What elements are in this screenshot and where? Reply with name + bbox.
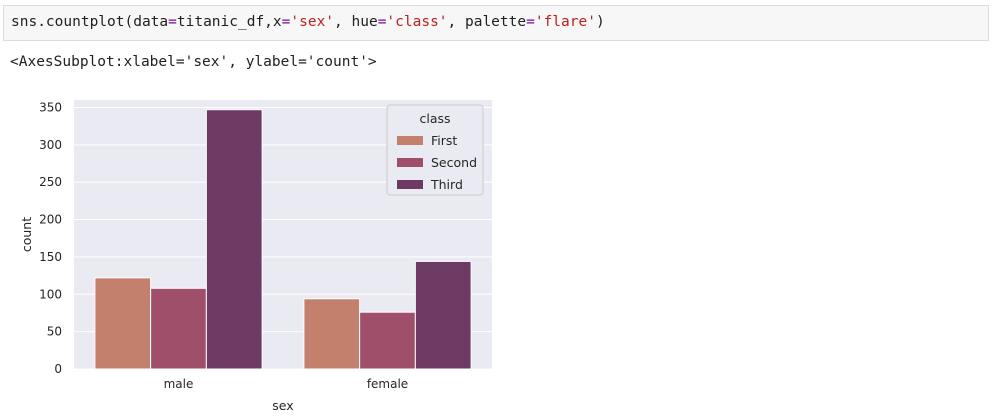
bar-male-second (150, 287, 207, 370)
legend-label-second: Second (431, 155, 477, 170)
countplot-chart: 0 50 100 150 200 250 300 350 male female sex cou… (19, 100, 492, 413)
code-operator: = (526, 14, 535, 30)
x-tick-label: male (164, 377, 194, 391)
code-token: , palette (447, 14, 527, 30)
code-token: , hue (334, 14, 378, 30)
code-operator: = (168, 14, 177, 30)
bar-female-third (414, 260, 472, 370)
code-line[interactable]: sns.countplot(data=titanic_df,x='sex', h… (11, 14, 605, 30)
y-tick-labels: 0 50 100 150 200 250 300 350 (39, 100, 62, 376)
code-token: sns.countplot(data (11, 14, 169, 30)
legend: class First Second Third (386, 104, 484, 196)
code-string: 'sex' (290, 14, 335, 30)
bar-male-third (205, 109, 263, 370)
code-string: 'flare' (534, 14, 596, 30)
cell-output-text: <AxesSubplot:xlabel='sex', ylabel='count… (10, 54, 377, 70)
code-token: ) (595, 14, 605, 30)
x-tick-labels: male female (164, 377, 409, 391)
x-tick-label: female (367, 377, 408, 391)
legend-swatch-second (397, 158, 423, 167)
code-string: 'class' (386, 14, 448, 30)
y-tick-label: 250 (39, 175, 62, 189)
legend-label-first: First (431, 133, 457, 148)
bar-female-second (359, 311, 416, 370)
code-cell[interactable]: sns.countplot(data=titanic_df,x='sex', h… (3, 5, 989, 41)
y-tick-label: 0 (54, 362, 62, 376)
bar-female-first (303, 298, 361, 370)
bar-male-first (94, 277, 152, 370)
legend-swatch-first (397, 136, 423, 145)
y-tick-label: 50 (47, 325, 62, 339)
y-tick-label: 300 (39, 138, 62, 152)
legend-title: class (419, 111, 450, 126)
y-tick-label: 200 (39, 213, 62, 227)
y-axis-label: count (19, 217, 34, 252)
y-tick-label: 350 (39, 100, 62, 114)
legend-swatch-third (397, 180, 423, 189)
y-tick-label: 100 (39, 287, 62, 301)
legend-label-third: Third (430, 177, 463, 192)
code-token: titanic_df,x (176, 14, 282, 30)
y-tick-label: 150 (39, 250, 62, 264)
x-axis-label: sex (272, 398, 293, 413)
